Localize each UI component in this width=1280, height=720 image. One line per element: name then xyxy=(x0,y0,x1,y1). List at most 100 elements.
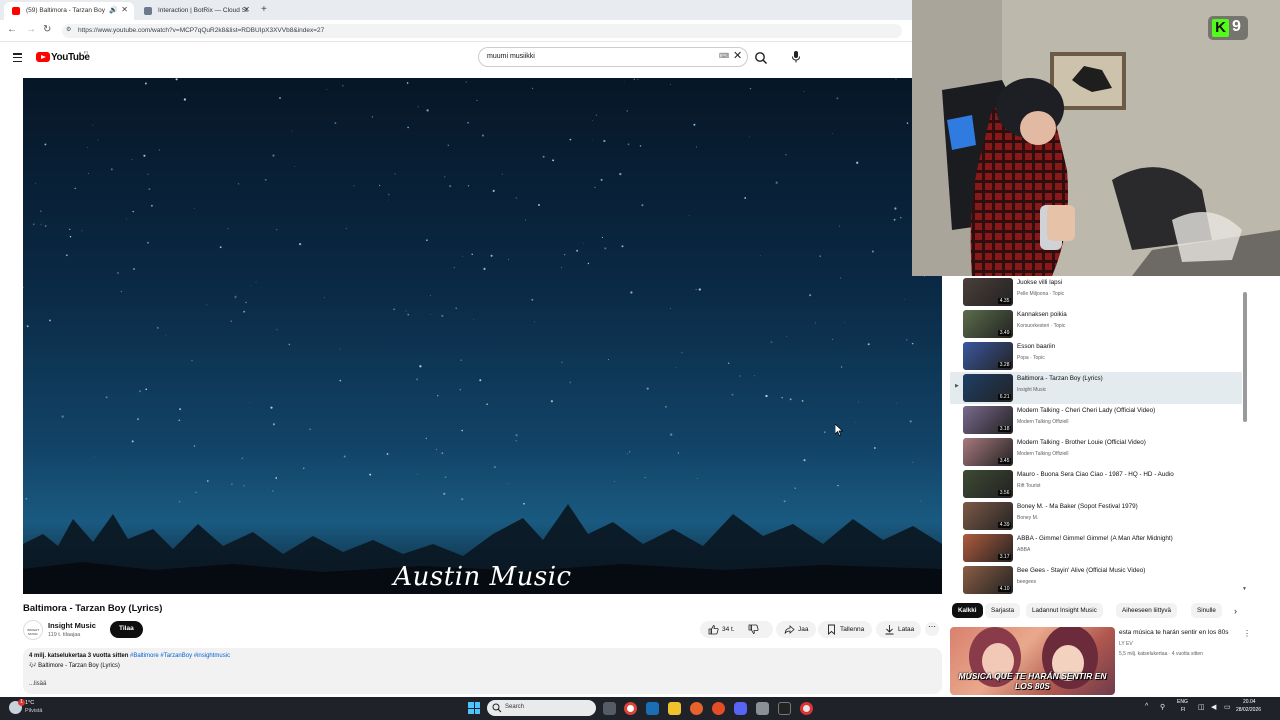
share-button[interactable]: Jaa xyxy=(776,621,816,638)
discord-icon[interactable] xyxy=(734,702,747,715)
playlist-item[interactable]: 3.17 ABBA - Gimme! Gimme! Gimme! (A Man A… xyxy=(950,532,1242,564)
playlist-item-title[interactable]: Modern Talking - Brother Louie (Official… xyxy=(1017,439,1146,446)
filter-chip[interactable]: Sarjasta xyxy=(985,603,1021,618)
network-icon[interactable]: ◫ xyxy=(1198,703,1205,711)
playlist-thumbnail[interactable]: 6.21 xyxy=(963,374,1013,402)
weather-description[interactable]: Pilvistä xyxy=(25,708,42,714)
keyboard-icon[interactable]: ⌨ xyxy=(719,52,729,60)
microphone-icon[interactable] xyxy=(790,50,802,64)
search-input[interactable]: muumi musiikki xyxy=(478,47,748,67)
duration-badge: 3.28 xyxy=(998,362,1011,368)
subscribe-button[interactable]: Tilaa xyxy=(110,621,143,638)
more-options-icon[interactable]: ⋮ xyxy=(1243,629,1251,638)
duration-badge: 4.35 xyxy=(998,298,1011,304)
chrome-alt-icon[interactable] xyxy=(800,702,813,715)
site-info-icon[interactable]: ⚙ xyxy=(66,26,71,33)
thumbs-down-icon[interactable] xyxy=(748,624,759,635)
battery-icon[interactable]: ▭ xyxy=(1224,703,1231,711)
playlist-thumbnail[interactable]: 3.18 xyxy=(963,406,1013,434)
chrome-icon[interactable] xyxy=(624,702,637,715)
weather-icon[interactable] xyxy=(9,699,25,714)
playlist-item-title[interactable]: Esson baariin xyxy=(1017,343,1055,350)
chevron-right-icon[interactable]: › xyxy=(1234,606,1237,616)
playlist-thumbnail[interactable]: 3.49 xyxy=(963,310,1013,338)
obs-icon[interactable] xyxy=(778,702,791,715)
url-text: https://www.youtube.com/watch?v=MCP7qQuR… xyxy=(78,27,325,34)
steam-icon[interactable] xyxy=(646,702,659,715)
playlist-thumbnail[interactable]: 3.17 xyxy=(963,534,1013,562)
new-tab-icon[interactable]: + xyxy=(261,4,267,15)
clear-search-icon[interactable]: ✕ xyxy=(733,49,742,62)
filter-chip[interactable]: Ladannut Insight Music xyxy=(1026,603,1103,618)
description-box[interactable]: 4 milj. katselukertaa 3 vuotta sitten #B… xyxy=(23,648,942,694)
playlist-thumbnail[interactable]: 4.10 xyxy=(963,566,1013,594)
playlist-item-title[interactable]: Juokse villi lapsi xyxy=(1017,279,1062,286)
save-button[interactable]: Tallenna xyxy=(818,621,872,638)
playlist-item-title[interactable]: Bee Gees - Stayin' Alive (Official Music… xyxy=(1017,567,1145,574)
playlist-thumbnail[interactable]: 4.35 xyxy=(963,278,1013,306)
show-more-link[interactable]: ...lisää xyxy=(29,681,942,687)
filter-chip[interactable]: Kalkki xyxy=(952,603,983,618)
playlist-item[interactable]: 4.35 Juokse villi lapsi Pelle Miljoona · T… xyxy=(950,276,1242,308)
youtube-logo-icon[interactable] xyxy=(36,52,50,62)
playlist-item[interactable]: ▶ 6.21 Baltimora - Tarzan Boy (Lyrics) Insi… xyxy=(950,372,1242,404)
playlist-item-title[interactable]: Mauro - Buona Sera Ciao Ciao - 1987 - HQ… xyxy=(1017,471,1174,478)
download-button[interactable]: Lataa xyxy=(876,621,921,638)
taskbar-search-input[interactable]: Search xyxy=(487,700,596,716)
playlist-item[interactable]: 3.18 Modern Talking - Cheri Cheri Lady (O… xyxy=(950,404,1242,436)
show-hidden-icons-icon[interactable]: ^ xyxy=(1145,703,1148,710)
filter-chip[interactable]: Sinulle xyxy=(1191,603,1222,618)
playlist-item[interactable]: 3.49 Kannaksen poikia Korsuorkesteri · Top… xyxy=(950,308,1242,340)
task-view-icon[interactable] xyxy=(603,702,616,715)
video-player[interactable]: Austin Music xyxy=(23,78,942,594)
windows-start-icon[interactable] xyxy=(468,702,480,714)
browser-tab-botrix[interactable]: Interaction | BotRix — Cloud St ✕ xyxy=(136,2,256,20)
scroll-down-icon[interactable]: ▼ xyxy=(1242,586,1247,592)
weather-temperature[interactable]: 1°C xyxy=(25,700,34,706)
clock-time[interactable]: 20.04 xyxy=(1243,699,1256,705)
recommendation-title[interactable]: esta música te harán sentir en los 80s xyxy=(1119,629,1228,636)
app-tray-icon[interactable]: ⚲ xyxy=(1160,703,1165,711)
playlist-item[interactable]: 3.45 Modern Talking - Brother Louie (Offi… xyxy=(950,436,1242,468)
playlist-item-title[interactable]: Kannaksen poikia xyxy=(1017,311,1067,318)
filter-chip[interactable]: Aiheeseen liittyvä xyxy=(1116,603,1178,618)
app-icon-grey[interactable] xyxy=(756,702,769,715)
channel-name[interactable]: Insight Music xyxy=(48,621,96,630)
playlist-item-title[interactable]: Boney M. - Ma Baker (Sopot Festival 1979… xyxy=(1017,503,1138,510)
playlist-item-title[interactable]: Modern Talking - Cheri Cheri Lady (Offic… xyxy=(1017,407,1155,414)
firefox-icon[interactable] xyxy=(690,702,703,715)
back-icon[interactable]: ← xyxy=(7,24,17,35)
url-field[interactable]: ⚙ https://www.youtube.com/watch?v=MCP7qQ… xyxy=(62,24,902,38)
close-tab-icon[interactable]: ✕ xyxy=(243,5,250,14)
forward-icon[interactable]: → xyxy=(26,24,36,35)
playlist-thumbnail[interactable]: 3.45 xyxy=(963,438,1013,466)
playlist-item[interactable]: 3.56 Mauro - Buona Sera Ciao Ciao - 1987 … xyxy=(950,468,1242,500)
playlist-thumbnail[interactable]: 3.28 xyxy=(963,342,1013,370)
file-explorer-icon[interactable] xyxy=(668,702,681,715)
playlist-scrollbar[interactable] xyxy=(1243,292,1247,422)
recommendation-channel[interactable]: LY EV xyxy=(1119,641,1133,647)
recommendation-thumbnail[interactable]: MÚSICA QUE TE HARÁN SENTIR EN LOS 80S xyxy=(950,627,1115,695)
app-icon-orange[interactable] xyxy=(712,702,725,715)
country-code: FI xyxy=(84,50,88,55)
more-actions-icon[interactable]: ⋯ xyxy=(925,622,939,636)
playlist-item[interactable]: 4.10 Bee Gees - Stayin' Alive (Official M… xyxy=(950,564,1242,596)
playlist-item[interactable]: 3.28 Esson baariin Popa · Topic xyxy=(950,340,1242,372)
playlist-item-title[interactable]: Baltimora - Tarzan Boy (Lyrics) xyxy=(1017,375,1103,382)
playlist-thumbnail[interactable]: 3.56 xyxy=(963,470,1013,498)
clock-date[interactable]: 28/02/2026 xyxy=(1236,707,1261,713)
volume-icon[interactable]: ◀ xyxy=(1211,703,1216,711)
search-icon[interactable] xyxy=(754,51,768,65)
playlist-item[interactable]: 4.39 Boney M. - Ma Baker (Sopot Festival … xyxy=(950,500,1242,532)
keyboard-layout[interactable]: FI xyxy=(1181,707,1185,713)
reload-icon[interactable]: ↻ xyxy=(43,24,51,35)
playlist-item-title[interactable]: ABBA - Gimme! Gimme! Gimme! (A Man After… xyxy=(1017,535,1173,542)
language-indicator[interactable]: ENG xyxy=(1177,699,1188,705)
close-tab-icon[interactable]: ✕ xyxy=(121,5,128,14)
channel-avatar[interactable]: INSIGHT MUSIC xyxy=(23,620,43,640)
menu-icon[interactable] xyxy=(13,53,22,63)
browser-tab-youtube[interactable]: (59) Baltimora - Tarzan Boy 🔊 ✕ xyxy=(4,2,134,20)
hashtags[interactable]: #Baltimore #TarzanBoy #insightmusic xyxy=(130,653,230,659)
playlist-thumbnail[interactable]: 4.39 xyxy=(963,502,1013,530)
like-button[interactable]: 34 t. xyxy=(700,621,773,638)
